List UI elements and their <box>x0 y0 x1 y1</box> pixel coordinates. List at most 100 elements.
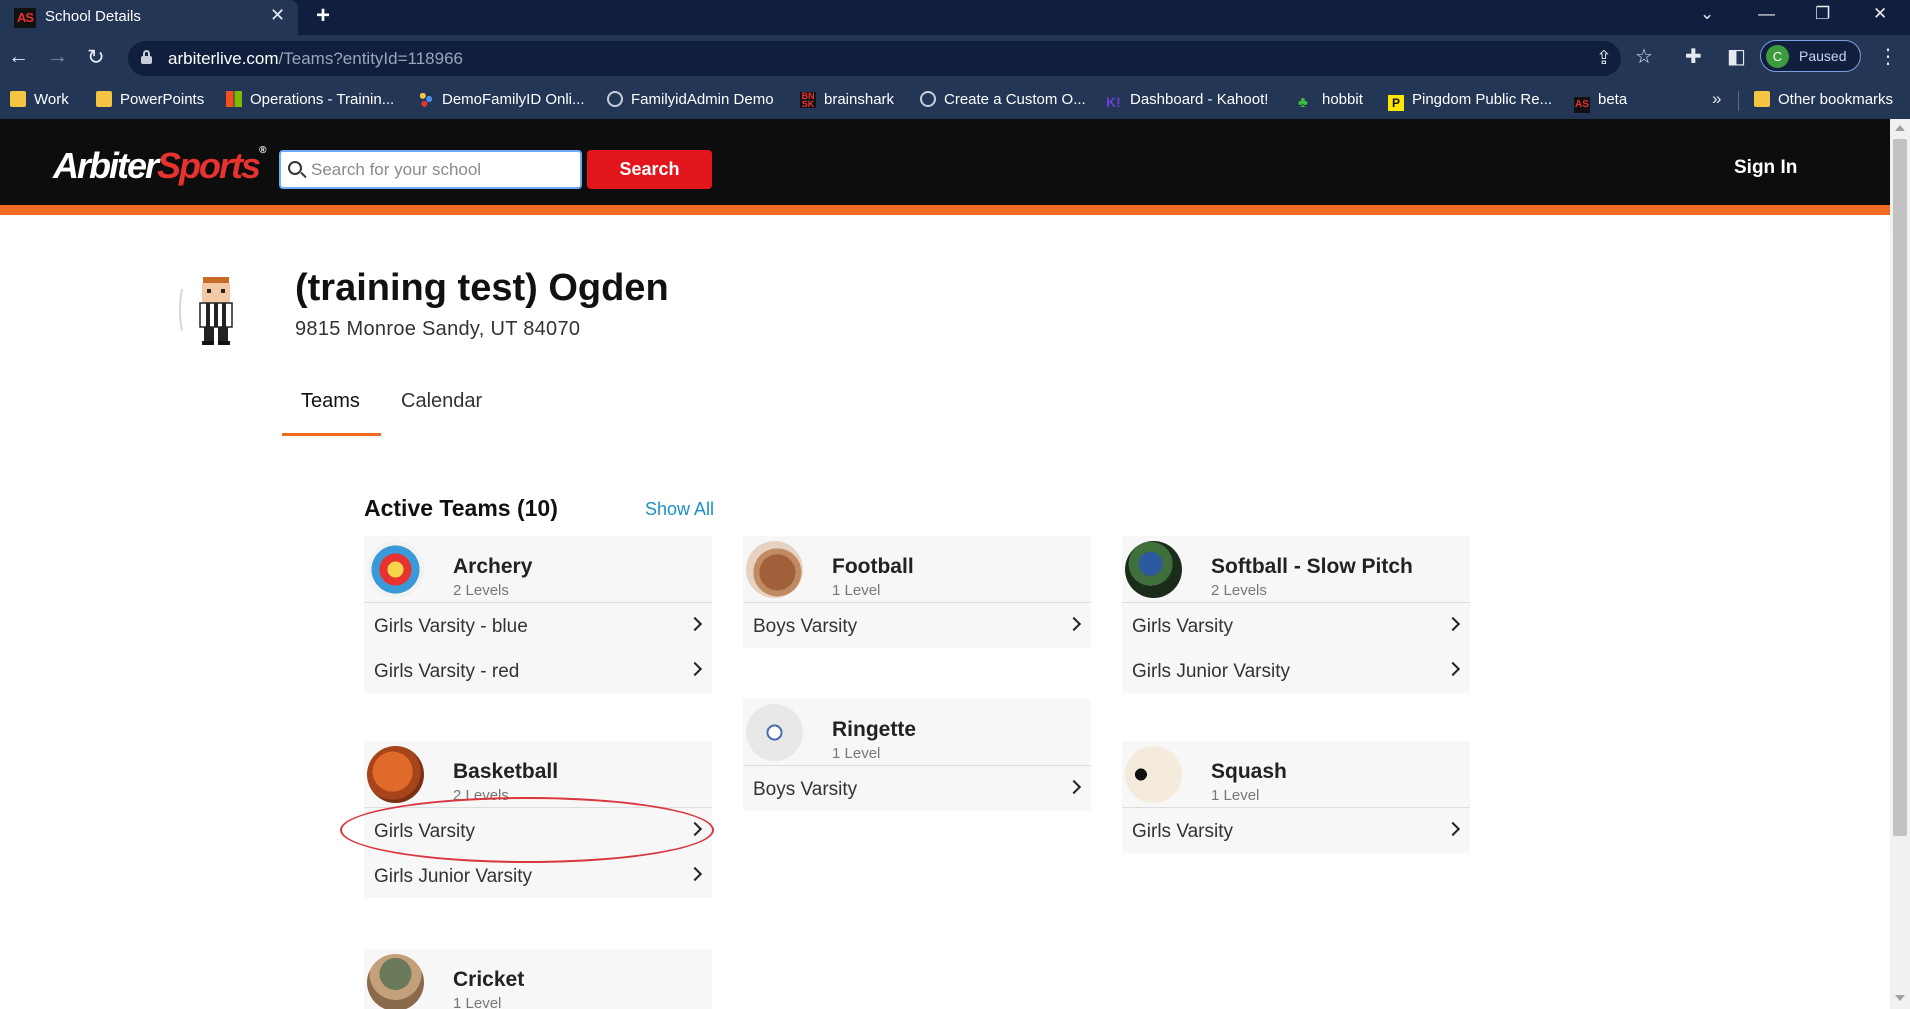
bookmark-work[interactable]: Work <box>10 91 69 108</box>
profile-avatar: C <box>1766 45 1789 68</box>
bookmark-operations[interactable]: Operations - Trainin... <box>226 91 394 108</box>
search-icon <box>288 161 302 175</box>
chevron-right-icon <box>1066 616 1082 632</box>
sport-name: Cricket <box>453 968 525 991</box>
tab-calendar[interactable]: Calendar <box>401 390 482 413</box>
team-card-ringette: Ringette 1 Level Boys Varsity <box>743 699 1091 811</box>
sport-name: Football <box>832 555 914 578</box>
level-label: Girls Junior Varsity <box>374 866 533 887</box>
teams-section: Active Teams (10) Show All Archery 2 Lev… <box>0 465 1890 1009</box>
browser-toolbar: ← → ↻ arbiterlive.com/Teams?entityId=118… <box>0 35 1910 82</box>
tab-teams[interactable]: Teams <box>301 390 360 413</box>
team-card-header[interactable]: Cricket 1 Level <box>364 949 712 1009</box>
team-card-header[interactable]: Basketball 2 Levels <box>364 741 712 808</box>
scroll-up-icon[interactable] <box>1895 125 1905 131</box>
arbitersports-logo[interactable]: ArbiterSports® <box>53 145 266 187</box>
tab-search-chevron-icon[interactable]: ⌄ <box>1700 4 1714 24</box>
team-level-row[interactable]: Boys Varsity <box>743 766 1091 811</box>
show-all-link[interactable]: Show All <box>645 499 714 520</box>
team-level-row[interactable]: Girls Varsity - blue <box>364 603 712 648</box>
team-card-header[interactable]: Ringette 1 Level <box>743 699 1091 766</box>
team-card-header[interactable]: Football 1 Level <box>743 536 1091 603</box>
team-level-row[interactable]: Girls Varsity <box>1122 603 1470 648</box>
chevron-right-icon <box>1445 821 1461 837</box>
bookmarks-divider <box>1738 91 1739 111</box>
forward-arrow-icon[interactable]: → <box>47 45 68 69</box>
browser-menu-icon[interactable]: ⋮ <box>1878 44 1898 69</box>
team-card-softball: Softball - Slow Pitch 2 Levels Girls Var… <box>1122 536 1470 693</box>
sign-in-link[interactable]: Sign In <box>1734 157 1797 179</box>
team-card-football: Football 1 Level Boys Varsity <box>743 536 1091 648</box>
sport-levels-count: 1 Level <box>832 745 881 762</box>
school-address: 9815 Monroe Sandy, UT 84070 <box>295 318 581 340</box>
bookmark-familyidadmin[interactable]: FamilyidAdmin Demo <box>607 91 774 108</box>
more-bookmarks-chevron-icon[interactable]: » <box>1712 89 1721 109</box>
new-tab-plus-icon[interactable]: + <box>316 2 330 30</box>
level-label: Girls Varsity - red <box>374 661 520 682</box>
site-header: ArbiterSports® Search Sign In <box>0 119 1890 215</box>
page-scrollbar[interactable] <box>1890 119 1910 1009</box>
school-name: (training test) Ogden <box>295 267 669 309</box>
browser-tab-active[interactable]: AS School Details ✕ <box>0 0 298 35</box>
profile-button[interactable]: C Paused <box>1760 40 1861 72</box>
cricket-icon <box>367 954 424 1009</box>
back-arrow-icon[interactable]: ← <box>8 45 29 69</box>
bookmark-powerpoints[interactable]: PowerPoints <box>96 91 204 108</box>
extensions-puzzle-icon[interactable]: ✚ <box>1685 44 1702 69</box>
bookmark-create-custom[interactable]: Create a Custom O... <box>920 91 1086 108</box>
restore-icon[interactable]: ❐ <box>1815 4 1830 24</box>
team-level-row-girls-varsity[interactable]: Girls Varsity <box>364 808 712 853</box>
bookmark-hobbit[interactable]: ♣ hobbit <box>1298 91 1363 111</box>
url-text[interactable]: arbiterlive.com/Teams?entityId=118966 <box>168 49 463 69</box>
sport-name: Squash <box>1211 760 1287 783</box>
team-card-basketball: Basketball 2 Levels Girls Varsity Girls … <box>364 741 712 898</box>
school-search-input[interactable] <box>311 157 571 183</box>
team-level-row[interactable]: Boys Varsity <box>743 603 1091 648</box>
reload-icon[interactable]: ↻ <box>87 45 105 70</box>
side-panel-icon[interactable]: ◧ <box>1727 44 1746 69</box>
bookmark-kahoot[interactable]: K! Dashboard - Kahoot! <box>1106 91 1268 110</box>
scroll-down-icon[interactable] <box>1895 995 1905 1001</box>
sport-levels-count: 2 Levels <box>1211 582 1267 599</box>
bookmark-brainshark[interactable]: BN SK brainshark <box>800 91 894 109</box>
window-close-icon[interactable]: ✕ <box>1873 4 1887 24</box>
team-level-row[interactable]: Girls Junior Varsity <box>1122 648 1470 693</box>
bookmark-demofamilyid[interactable]: DemoFamilyID Onli... <box>418 91 585 108</box>
pingdom-icon: P <box>1388 95 1404 111</box>
level-label: Boys Varsity <box>753 616 858 637</box>
address-bar[interactable]: arbiterlive.com/Teams?entityId=118966 ⇪ <box>128 41 1621 76</box>
school-search-box[interactable] <box>279 150 582 189</box>
level-label: Girls Varsity <box>1132 616 1233 637</box>
squash-ball-icon <box>1125 746 1182 803</box>
minimize-icon[interactable]: — <box>1758 4 1775 24</box>
level-label: Girls Varsity <box>374 821 475 842</box>
team-level-row[interactable]: Girls Varsity <box>1122 808 1470 853</box>
folder-icon <box>1754 91 1770 107</box>
team-level-row[interactable]: Girls Varsity - red <box>364 648 712 693</box>
arbiter-icon: AS <box>1574 97 1590 113</box>
globe-icon <box>920 91 936 107</box>
team-card-header[interactable]: Archery 2 Levels <box>364 536 712 603</box>
browser-tabstrip: AS School Details ✕ + ⌄ — ❐ ✕ <box>0 0 1910 35</box>
team-card-header[interactable]: Softball - Slow Pitch 2 Levels <box>1122 536 1470 603</box>
bookmark-beta[interactable]: AS beta <box>1574 91 1627 113</box>
team-card-cricket: Cricket 1 Level <box>364 949 712 1009</box>
lock-icon[interactable] <box>141 50 152 64</box>
sport-name: Softball - Slow Pitch <box>1211 555 1413 578</box>
search-button[interactable]: Search <box>587 150 712 189</box>
close-icon[interactable]: ✕ <box>270 5 285 26</box>
team-level-row[interactable]: Girls Junior Varsity <box>364 853 712 898</box>
team-card-header[interactable]: Squash 1 Level <box>1122 741 1470 808</box>
chevron-right-icon <box>1445 616 1461 632</box>
active-teams-heading: Active Teams (10) <box>364 495 558 521</box>
bookmark-pingdom[interactable]: P Pingdom Public Re... <box>1388 91 1552 111</box>
chevron-right-icon <box>687 866 703 882</box>
dots-icon <box>418 91 434 107</box>
tab-title: School Details <box>45 8 141 25</box>
bookmark-star-icon[interactable]: ☆ <box>1635 44 1653 69</box>
bookmark-other[interactable]: Other bookmarks <box>1754 91 1893 108</box>
referee-avatar-icon <box>176 269 258 351</box>
scroll-thumb[interactable] <box>1893 139 1907 836</box>
folder-icon <box>96 91 112 107</box>
share-icon[interactable]: ⇪ <box>1596 47 1612 70</box>
